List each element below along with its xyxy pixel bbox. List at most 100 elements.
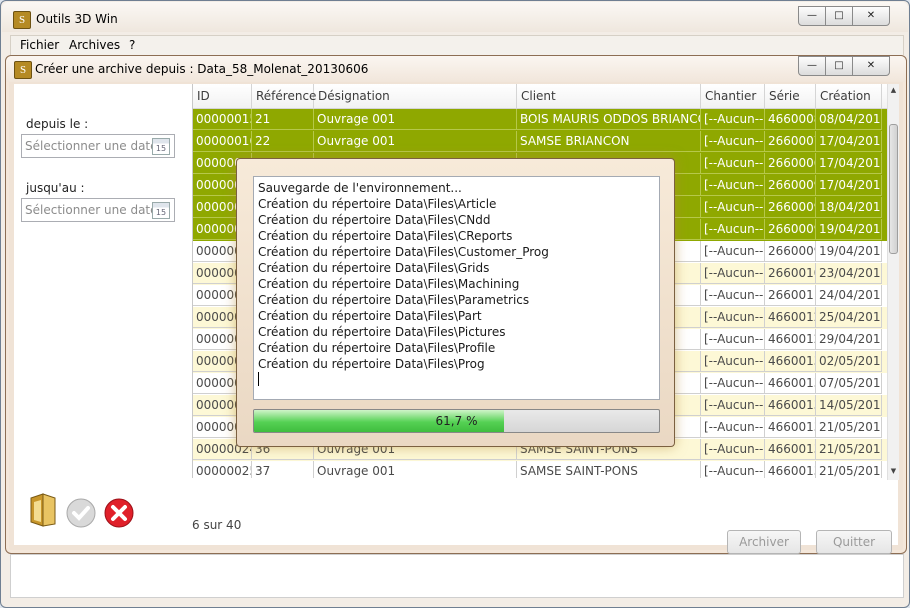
- cell-chantier: [--Aucun--]: [701, 329, 765, 350]
- archive-window-controls: — □ ✕: [798, 56, 890, 76]
- grid-header: ID Référence Désignation Client Chantier Séri…: [193, 84, 887, 109]
- archive-minimize-button[interactable]: —: [798, 56, 826, 76]
- archive-maximize-button[interactable]: □: [825, 56, 853, 76]
- cell-chantier: [--Aucun--]: [701, 351, 765, 372]
- cell-serie: 4660013: [765, 461, 816, 478]
- progress-bar: 61,7 %: [253, 409, 660, 433]
- menu-fichier[interactable]: Fichier: [20, 38, 59, 52]
- archive-window-icon: S: [14, 61, 32, 79]
- cell-date: 08/04/2013: [816, 109, 882, 130]
- from-date-picker[interactable]: Sélectionner une date 15: [21, 134, 175, 158]
- column-header-id[interactable]: ID: [193, 84, 252, 108]
- quit-button[interactable]: Quitter: [816, 530, 892, 554]
- scroll-down-arrow-icon[interactable]: ▼: [888, 467, 899, 475]
- maximize-button[interactable]: □: [825, 6, 853, 26]
- cell-serie: 2660009: [765, 197, 816, 218]
- archive-titlebar: S Créer une archive depuis : Data_58_Mol…: [6, 56, 906, 82]
- cancel-cross-icon[interactable]: [104, 498, 134, 528]
- cell-des: Ouvrage 001: [314, 131, 517, 152]
- date-filter-panel: depuis le : Sélectionner une date 15 jus…: [16, 84, 188, 484]
- cell-chantier: [--Aucun--]: [701, 153, 765, 174]
- archive-window-title: Créer une archive depuis : Data_58_Molen…: [35, 62, 369, 76]
- cell-date: 21/05/2013: [816, 439, 882, 460]
- cell-date: 24/04/2013: [816, 285, 882, 306]
- scrollbar-thumb[interactable]: [889, 124, 898, 254]
- cell-date: 18/04/2013: [816, 197, 882, 218]
- cell-serie: 2660009: [765, 241, 816, 262]
- cell-ref: 22: [252, 131, 314, 152]
- cell-des: Ouvrage 001: [314, 109, 517, 130]
- cell-date: 19/04/2013: [816, 219, 882, 240]
- from-date-placeholder: Sélectionner une date: [25, 139, 158, 153]
- cell-date: 14/05/2013: [816, 395, 882, 416]
- progress-log[interactable]: Sauvegarde de l'environnement... Création…: [253, 176, 660, 400]
- grid-vertical-scrollbar[interactable]: ▲ ▼: [887, 84, 899, 480]
- cell-chantier: [--Aucun--]: [701, 131, 765, 152]
- log-line: Création du répertoire Data\Files\Pictur…: [258, 325, 506, 339]
- cell-serie: 2660009: [765, 219, 816, 240]
- cell-chantier: [--Aucun--]: [701, 373, 765, 394]
- open-folder-icon[interactable]: [28, 492, 58, 528]
- cell-des: Ouvrage 001: [314, 461, 517, 478]
- table-row[interactable]: 00000015 21 Ouvrage 001 BOIS MAURIS ODDOS B…: [193, 109, 887, 131]
- cell-date: 21/05/2013: [816, 417, 882, 438]
- cell-serie: 2660007: [765, 131, 816, 152]
- column-header-date[interactable]: Création: [816, 84, 882, 108]
- cell-chantier: [--Aucun--]: [701, 219, 765, 240]
- validate-check-icon[interactable]: [66, 498, 96, 528]
- column-header-client[interactable]: Client: [517, 84, 701, 108]
- log-line: Création du répertoire Data\Files\Part: [258, 309, 482, 323]
- log-line: Sauvegarde de l'environnement...: [258, 181, 462, 195]
- minimize-button[interactable]: —: [798, 6, 826, 26]
- menu-help[interactable]: ?: [129, 38, 135, 52]
- cell-date: 19/04/2013: [816, 241, 882, 262]
- table-row[interactable]: 00000025 37 Ouvrage 001 SAMSE SAINT-PONS [--…: [193, 461, 887, 478]
- log-line: Création du répertoire Data\Files\Profil…: [258, 341, 496, 355]
- cell-serie: 4660013: [765, 417, 816, 438]
- cell-date: 17/04/2013: [816, 153, 882, 174]
- close-window-button[interactable]: ✕: [852, 6, 890, 26]
- column-header-serie[interactable]: Série: [765, 84, 816, 108]
- cell-serie: 4660012: [765, 307, 816, 328]
- progress-dialog: Sauvegarde de l'environnement... Création…: [236, 158, 675, 447]
- cell-client: SAMSE BRIANCON: [517, 131, 701, 152]
- cell-serie: 4660013: [765, 439, 816, 460]
- log-line: Création du répertoire Data\Files\CNdd: [258, 213, 491, 227]
- from-date-label: depuis le :: [26, 117, 89, 131]
- window-title: Outils 3D Win: [36, 12, 118, 26]
- cell-chantier: [--Aucun--]: [701, 197, 765, 218]
- log-line: Création du répertoire Data\Files\Machin…: [258, 277, 520, 291]
- cell-serie: 2660009: [765, 175, 816, 196]
- cell-ref: 21: [252, 109, 314, 130]
- main-titlebar: S Outils 3D Win — □ ✕: [2, 2, 908, 32]
- cell-date: 17/04/2013: [816, 175, 882, 196]
- archive-button[interactable]: Archiver: [727, 530, 801, 554]
- cell-chantier: [--Aucun--]: [701, 307, 765, 328]
- archive-close-button[interactable]: ✕: [852, 56, 890, 76]
- cell-date: 17/04/2013: [816, 131, 882, 152]
- menu-archives[interactable]: Archives: [69, 38, 120, 52]
- to-date-label: jusqu'au :: [26, 181, 85, 195]
- to-date-picker[interactable]: Sélectionner une date 15: [21, 198, 175, 222]
- scroll-up-arrow-icon[interactable]: ▲: [888, 86, 899, 94]
- menu-bar: Fichier Archives ?: [10, 35, 904, 55]
- calendar-icon[interactable]: 15: [152, 202, 170, 219]
- cell-serie: 4660013: [765, 395, 816, 416]
- column-header-des[interactable]: Désignation: [314, 84, 517, 108]
- cell-date: 29/04/2013: [816, 329, 882, 350]
- cell-chantier: [--Aucun--]: [701, 241, 765, 262]
- cell-client: SAMSE SAINT-PONS: [517, 461, 701, 478]
- cell-serie: 2660006: [765, 153, 816, 174]
- cell-chantier: [--Aucun--]: [701, 263, 765, 284]
- cell-id: 00000016: [193, 131, 252, 152]
- column-header-chantier[interactable]: Chantier: [701, 84, 765, 108]
- cell-serie: 4660013: [765, 351, 816, 372]
- cell-serie: 4660013: [765, 373, 816, 394]
- table-row[interactable]: 00000016 22 Ouvrage 001 SAMSE BRIANCON [--Au…: [193, 131, 887, 153]
- cell-id: 00000015: [193, 109, 252, 130]
- column-header-ref[interactable]: Référence: [252, 84, 316, 108]
- text-caret: [258, 372, 259, 386]
- log-line: Création du répertoire Data\Files\Grids: [258, 261, 490, 275]
- calendar-icon[interactable]: 15: [152, 138, 170, 155]
- cell-serie: 4660008: [765, 109, 816, 130]
